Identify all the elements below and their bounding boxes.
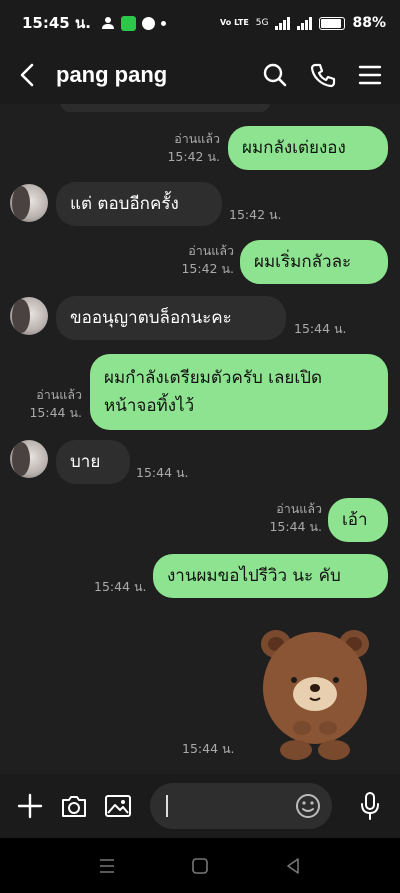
volte-icon: Vo LTE <box>220 18 249 27</box>
camera-icon <box>62 796 86 817</box>
message-meta: อ่านแล้ว 15:42 น. <box>160 130 220 166</box>
message-time: 15:44 น. <box>182 741 235 756</box>
image-icon <box>105 795 131 817</box>
text-caret <box>166 795 168 817</box>
facebook-icon <box>141 16 155 30</box>
signal-icon-2 <box>297 16 313 30</box>
avatar[interactable] <box>10 297 48 335</box>
brown-bear-sticker[interactable] <box>256 620 374 760</box>
home-icon[interactable] <box>190 856 210 876</box>
search-icon[interactable] <box>262 62 288 88</box>
battery-icon <box>319 16 346 30</box>
line-app-icon <box>120 15 136 31</box>
back-nav-icon[interactable] <box>283 856 303 876</box>
message-time: 15:44 น. <box>136 465 189 480</box>
phone-icon[interactable] <box>310 62 336 88</box>
outgoing-message[interactable]: เอ้า <box>328 498 388 542</box>
recent-apps-icon[interactable] <box>97 858 117 874</box>
plus-icon <box>17 793 43 819</box>
person-icon <box>101 17 114 29</box>
incoming-message[interactable]: แต่ ตอบอีกครั้ง <box>56 182 222 226</box>
message-time: 15:44 น. <box>29 405 82 420</box>
read-receipt: อ่านแล้ว <box>276 501 322 516</box>
outgoing-message[interactable]: งานผมขอไปรีวิว นะ คับ <box>153 554 388 598</box>
emoji-icon[interactable] <box>294 792 322 820</box>
message-meta: อ่านแล้ว 15:42 น. <box>172 242 234 278</box>
read-receipt: อ่านแล้ว <box>36 387 82 402</box>
chat-area[interactable]: อ่านแล้ว 15:42 น. ผมกลังเต่ยงอง แต่ ตอบอ… <box>0 104 400 774</box>
avatar[interactable] <box>10 440 48 478</box>
system-nav-bar <box>0 838 400 893</box>
incoming-message[interactable]: ขออนุญาตบล็อกนะคะ <box>56 296 286 340</box>
mic-icon <box>361 792 379 820</box>
message-line: หน้าจอทิ้งไว้ <box>104 396 195 416</box>
message-time: 15:42 น. <box>229 207 282 222</box>
status-bar: 15:45 น. Vo LTE 5G 88% <box>0 0 400 46</box>
plus-button[interactable] <box>14 790 46 822</box>
previous-message-stub <box>60 104 270 112</box>
chat-header: pang pang <box>0 46 400 104</box>
camera-button[interactable] <box>58 790 90 822</box>
message-input[interactable] <box>172 797 292 815</box>
image-button[interactable] <box>102 790 134 822</box>
signal-icon <box>275 16 291 30</box>
message-meta: อ่านแล้ว 15:44 น. <box>262 500 322 536</box>
message-time: 15:44 น. <box>294 321 347 336</box>
status-time: 15:45 น. <box>22 14 91 32</box>
chat-title: pang pang <box>56 62 168 87</box>
message-meta: อ่านแล้ว 15:44 น. <box>22 386 82 422</box>
read-receipt: อ่านแล้ว <box>174 131 220 146</box>
outgoing-message[interactable]: ผมกลังเต่ยงอง <box>228 126 388 170</box>
menu-icon[interactable] <box>358 64 382 86</box>
message-time: 15:44 น. <box>269 519 322 534</box>
notification-icons <box>101 15 166 31</box>
message-time: 15:42 น. <box>167 149 220 164</box>
battery-percent: 88% <box>352 15 386 31</box>
outgoing-message[interactable]: ผมเริ่มกลัวละ <box>240 240 388 284</box>
mic-button[interactable] <box>354 790 386 822</box>
back-button[interactable] <box>18 55 48 95</box>
back-icon <box>20 63 34 87</box>
message-time: 15:42 น. <box>181 261 234 276</box>
read-receipt: อ่านแล้ว <box>188 243 234 258</box>
more-notifications-icon <box>160 20 166 26</box>
message-input-field[interactable] <box>150 783 332 829</box>
network-type: 5G <box>255 18 269 28</box>
avatar[interactable] <box>10 184 48 222</box>
incoming-message[interactable]: บาย <box>56 440 130 484</box>
message-line: ผมกำลังเตรียมตัวครับ เลยเปิด <box>104 368 322 388</box>
input-bar <box>0 774 400 838</box>
message-time: 15:44 น. <box>94 579 147 594</box>
outgoing-message[interactable]: ผมกำลังเตรียมตัวครับ เลยเปิด หน้าจอทิ้งไ… <box>90 354 388 430</box>
